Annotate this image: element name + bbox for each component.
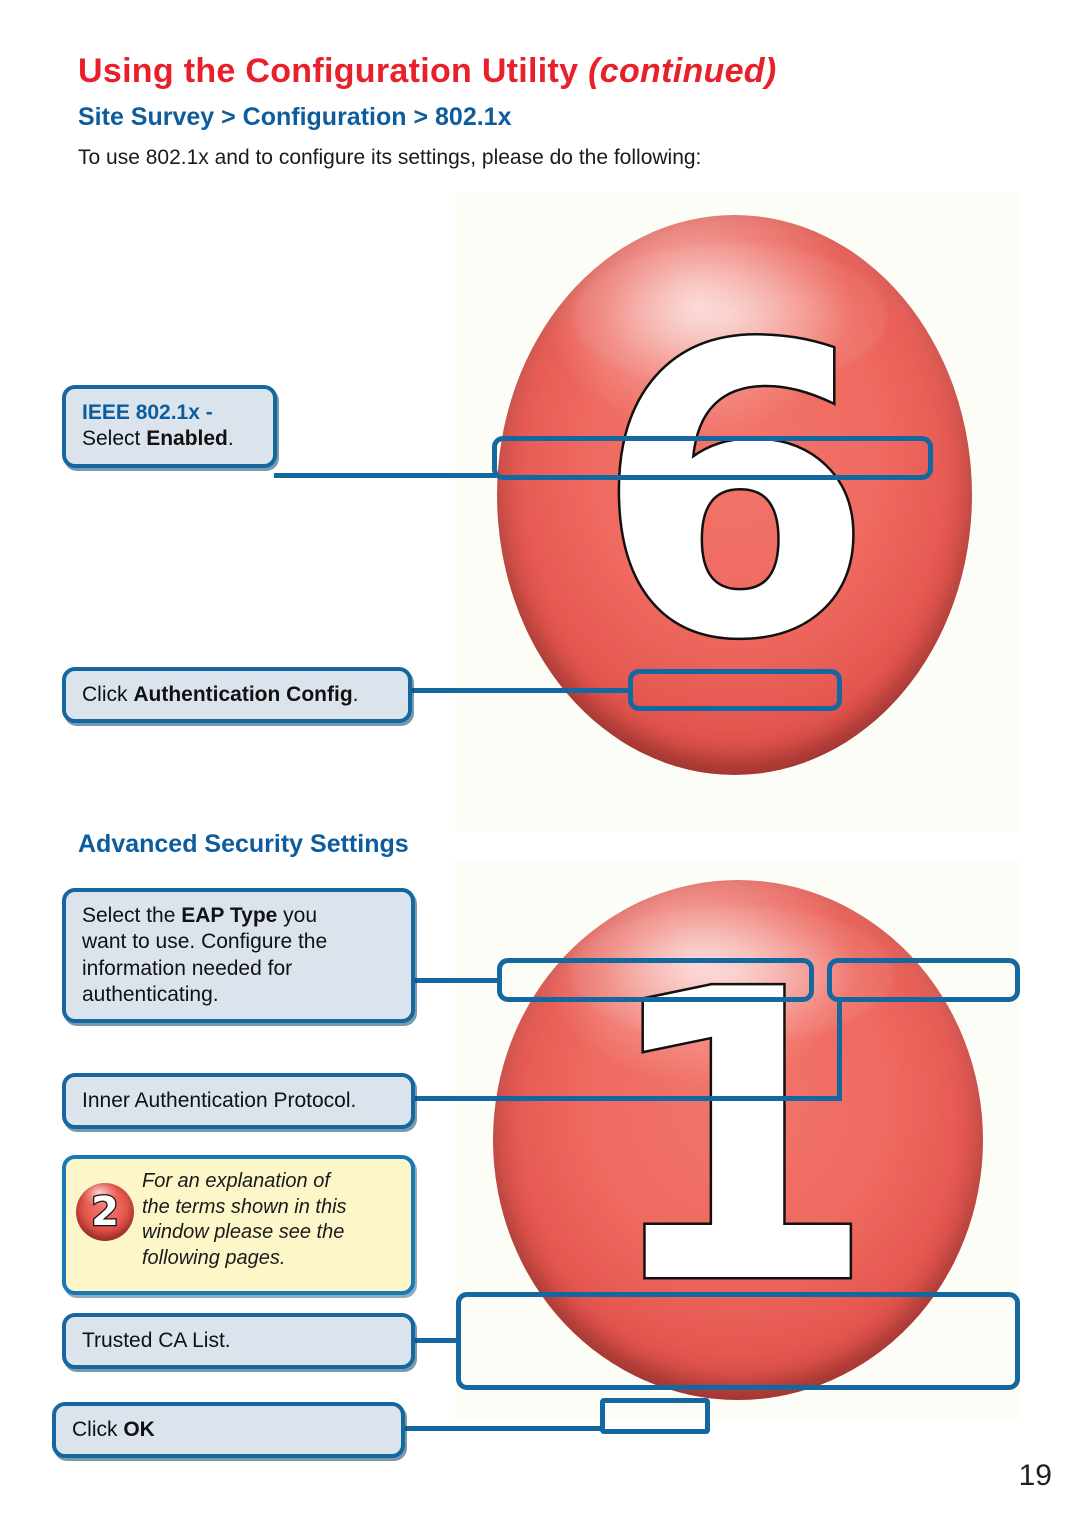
section-heading: Advanced Security Settings [78,830,409,858]
leader-line-inner-auth-vertical [837,1000,842,1099]
note-box: 2 For an explanation of the terms shown … [62,1155,415,1295]
callout-inner-authentication-protocol: Inner Authentication Protocol. [62,1073,415,1130]
note-line1: For an explanation of [142,1170,330,1192]
callout-ieee-8021x-line2: Select Enabled. [82,427,234,451]
callout-click-ok: Click OK [52,1402,405,1459]
callout-authentication-config: Click Authentication Config. [62,667,412,724]
callout-eap-type-line3: information needed for [82,956,293,980]
leader-line-ieee-8021x [274,473,496,478]
note-line4: following pages. [142,1246,286,1269]
page-title: Using the Configuration Utility (continu… [78,52,777,91]
callout-trusted-ca-list: Trusted CA List. [62,1313,415,1370]
highlight-authentication-config-button[interactable] [628,669,842,711]
callout-eap-type: Select the EAP Type you want to use. Con… [62,888,415,1023]
leader-line-eap-type [414,978,502,983]
intro-text: To use 802.1x and to configure its setti… [78,146,702,169]
callout-eap-type-line4: authenticating. [82,982,219,1006]
leader-line-inner-auth-horizontal [410,1096,842,1101]
page-number: 19 [1018,1459,1052,1492]
leader-line-authentication-config [410,688,632,693]
highlight-ieee-8021x-field[interactable] [492,436,933,480]
document-page: Using the Configuration Utility (continu… [0,0,1080,1529]
upper-screenshot-placeholder: 6 [455,193,1020,831]
highlight-eap-type-field[interactable] [497,958,814,1002]
highlight-ok-button[interactable] [600,1398,710,1434]
highlight-eap-config-button[interactable] [827,958,1020,1002]
page-title-main: Using the Configuration Utility [78,52,589,90]
leader-line-click-ok [403,1426,605,1431]
breadcrumb: Site Survey > Configuration > 802.1x [78,103,512,131]
callout-ieee-8021x-line1: IEEE 802.1x - [82,401,213,424]
page-title-continued: (continued) [588,52,777,90]
highlight-trusted-ca-list[interactable] [456,1292,1020,1390]
callout-eap-type-line1: Select the EAP Type you [82,904,318,927]
step-badge-2: 2 [76,1183,134,1241]
note-line3: window please see the [142,1221,345,1244]
callout-eap-type-line2: want to use. Configure the [82,930,328,954]
note-text: For an explanation of the terms shown in… [142,1169,347,1271]
leader-line-trusted-ca-list [414,1338,460,1343]
note-line2: the terms shown in this [142,1195,347,1218]
callout-ieee-8021x: IEEE 802.1x - Select Enabled. [62,385,277,468]
